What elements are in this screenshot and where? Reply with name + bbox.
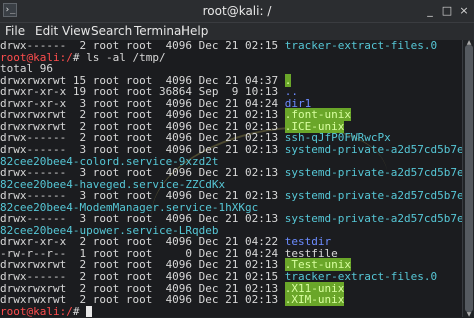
close-button[interactable]: ×: [457, 4, 471, 18]
vertical-scrollbar[interactable]: ▲ ▼: [462, 40, 474, 318]
menu-terminal[interactable]: Terminal: [134, 24, 185, 38]
window-title: root@kali: /: [202, 4, 272, 18]
menu-file[interactable]: File: [5, 24, 25, 38]
terminal-text: systemd-private-a2d57cd5b7e040d8bf13c: [284, 212, 462, 226]
terminal-text: systemd-private-a2d57cd5b7e040d8bf13c: [284, 189, 462, 203]
menu-help[interactable]: Help: [181, 24, 208, 38]
scroll-down-icon[interactable]: ▼: [464, 312, 474, 318]
terminal-line: root@kali:/#: [0, 304, 460, 317]
minimize-button[interactable]: _: [423, 4, 437, 18]
prompt-text: root@kali:/: [0, 304, 73, 317]
terminal-output[interactable]: drwx------ 2 root root 4096 Dec 21 02:15…: [0, 40, 462, 317]
terminal-text: .XIM-unix: [284, 293, 345, 307]
title-bar[interactable]: ›_ root@kali: / _ □ ×: [0, 0, 474, 23]
terminal-text: systemd-private-a2d57cd5b7e040d8bf13c: [284, 166, 462, 180]
terminal-text: # ls -al /tmp/: [72, 50, 166, 64]
terminal-window: ›_ root@kali: / _ □ × File Edit View Sea…: [0, 0, 474, 318]
terminal-text: #: [72, 304, 87, 317]
maximize-button[interactable]: □: [440, 4, 454, 18]
terminal-text: systemd-private-a2d57cd5b7e040d8bf13c: [284, 142, 462, 156]
menu-bar: File Edit View Search Terminal Help: [0, 23, 474, 40]
scrollbar-thumb[interactable]: [465, 45, 473, 312]
menu-edit[interactable]: Edit: [35, 24, 58, 38]
menu-view[interactable]: View: [62, 24, 90, 38]
menu-search[interactable]: Search: [91, 24, 132, 38]
cursor: [86, 305, 93, 317]
terminal-text: tracker-extract-files.0: [284, 40, 438, 52]
terminal-line: root@kali:/# ls -al /tmp/: [0, 50, 460, 64]
